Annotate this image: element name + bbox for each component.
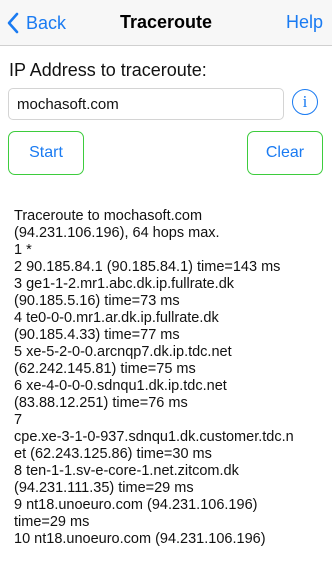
- output-line: 6 xe-4-0-0-0.sdnqu1.dk.ip.tdc.net: [14, 378, 227, 394]
- output-line: (90.185.4.33) time=77 ms: [14, 327, 180, 343]
- output-line: Traceroute to mochasoft.com: [14, 208, 203, 224]
- output-line: (83.88.12.251) time=76 ms: [14, 395, 188, 411]
- output-line: (62.242.145.81) time=75 ms: [14, 361, 196, 377]
- start-button[interactable]: Start: [8, 131, 84, 175]
- back-button[interactable]: Back: [6, 9, 66, 37]
- navigation-bar: Back Traceroute Help: [0, 0, 332, 46]
- ip-address-label: IP Address to traceroute:: [9, 60, 207, 80]
- output-line: et (62.243.125.86) time=30 ms: [14, 446, 212, 462]
- output-line: (90.185.5.16) time=73 ms: [14, 293, 180, 309]
- chevron-left-icon: [7, 12, 19, 34]
- back-button-label: Back: [26, 12, 67, 33]
- info-circle-icon[interactable]: i: [292, 89, 318, 115]
- output-line: 5 xe-5-2-0-0.arcnqp7.dk.ip.tdc.net: [14, 344, 232, 360]
- output-line: 2 90.185.84.1 (90.185.84.1) time=143 ms: [14, 259, 281, 275]
- output-line: (94.231.106.196), 64 hops max.: [14, 225, 220, 241]
- output-line: cpe.xe-3-1-0-937.sdnqu1.dk.customer.tdc.…: [14, 429, 294, 445]
- clear-button[interactable]: Clear: [247, 131, 323, 175]
- output-line: 4 te0-0-0.mr1.ar.dk.ip.fullrate.dk: [14, 310, 219, 326]
- output-line: (94.231.111.35) time=29 ms: [14, 480, 194, 496]
- ip-address-input[interactable]: [8, 88, 284, 120]
- output-line: 1 *: [14, 242, 32, 258]
- output-line: 10 nt18.unoeuro.com (94.231.106.196): [14, 531, 266, 547]
- output-line: time=29 ms: [14, 514, 90, 530]
- output-line: 9 nt18.unoeuro.com (94.231.106.196): [14, 497, 258, 513]
- traceroute-output: Traceroute to mochasoft.com (94.231.106.1…: [14, 208, 314, 548]
- help-button[interactable]: Help: [286, 12, 323, 33]
- output-line: 8 ten-1-1.sv-e-core-1.net.zitcom.dk: [14, 463, 239, 479]
- output-line: 7: [14, 412, 23, 428]
- output-line: 3 ge1-1-2.mr1.abc.dk.ip.fullrate.dk: [14, 276, 235, 292]
